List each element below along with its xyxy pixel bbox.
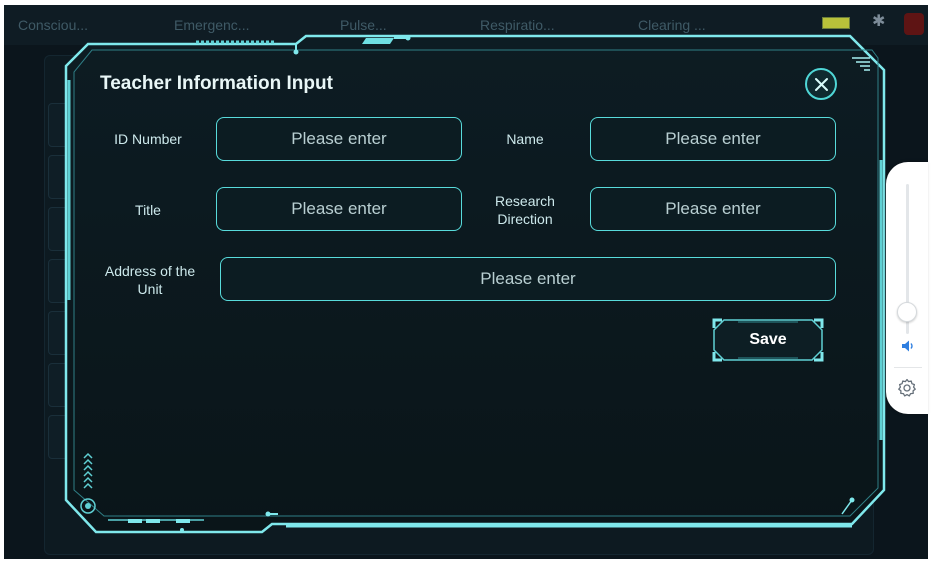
background-side-tab [48,155,74,199]
name-label: Name [506,131,544,147]
id-number-input[interactable] [216,117,462,161]
name-input[interactable] [590,117,836,161]
volume-slider-knob[interactable] [897,302,917,322]
background-side-tab [48,207,74,251]
background-tab[interactable]: Emergenc... [174,17,249,33]
volume-panel [886,162,928,414]
background-tab[interactable]: Clearing ... [638,17,706,33]
research-direction-label: Research Direction [495,193,555,227]
battery-icon [822,17,850,29]
status-indicator [904,13,924,35]
save-button[interactable]: Save [712,318,824,362]
bluetooth-icon: ✱ [872,13,886,30]
background-tab[interactable]: Consciou... [18,17,88,33]
background-side-tab [48,415,74,459]
background-tab-bar: Consciou... Emergenc... Pulse... Respira… [4,5,928,45]
background-side-tab [48,311,74,355]
background-side-tab [48,259,74,303]
save-button-label: Save [749,331,787,348]
panel-divider [894,367,922,368]
address-input[interactable] [220,257,836,301]
speaker-icon[interactable] [901,339,915,353]
background-tab[interactable]: Pulse... [340,17,387,33]
background-side-tab [48,103,74,147]
title-input[interactable] [216,187,462,231]
close-button[interactable] [805,68,837,100]
address-label: Address of the Unit [104,263,196,297]
research-direction-input[interactable] [590,187,836,231]
background-side-tab [48,363,74,407]
title-label: Title [135,202,161,218]
id-number-label: ID Number [114,131,182,147]
background-tab[interactable]: Respiratio... [480,17,555,33]
dialog-title: Teacher Information Input [100,73,333,94]
close-icon [815,78,828,91]
settings-gear-icon[interactable] [897,378,917,398]
